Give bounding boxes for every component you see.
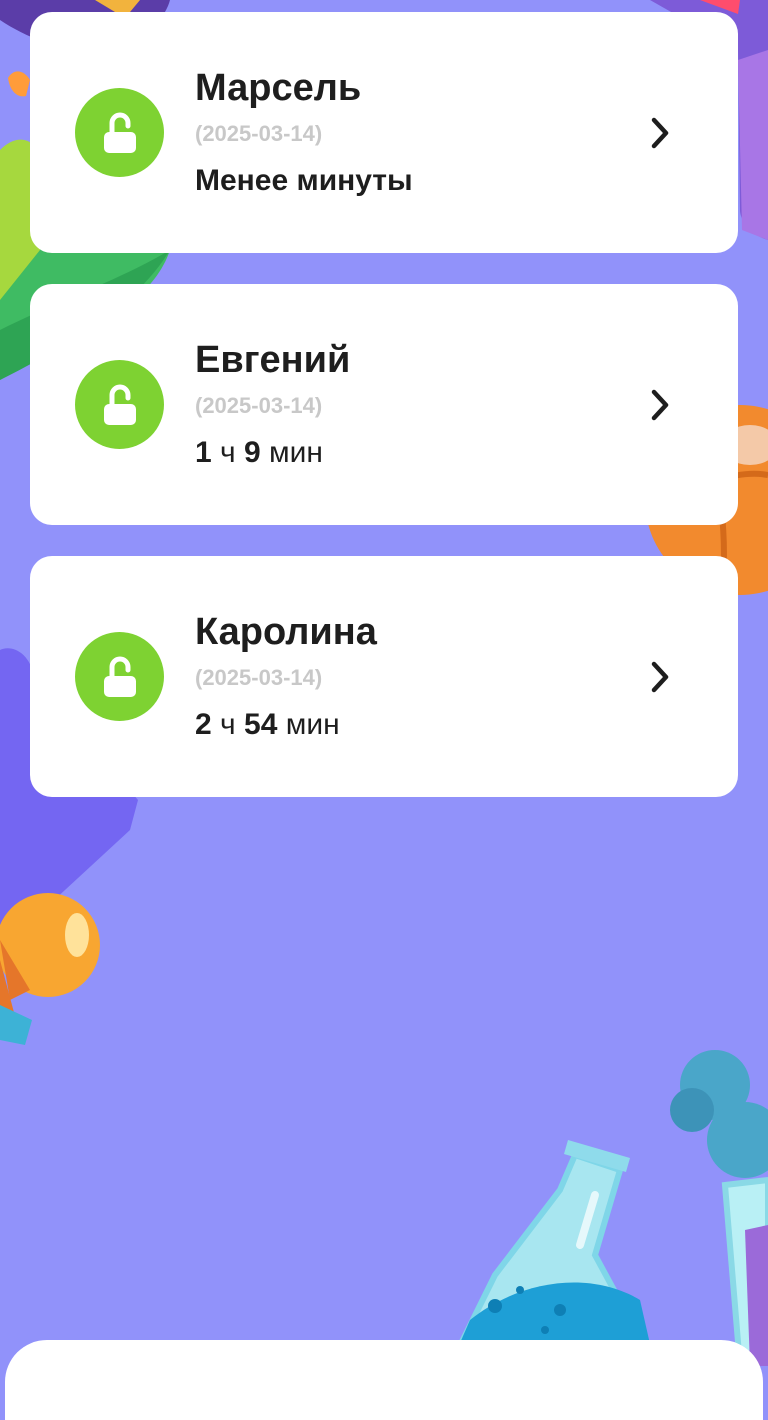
person-name: Евгений [195,339,351,381]
session-date: (2025-03-14) [195,121,323,146]
duration-minutes-unit: мин [285,708,340,741]
session-card-marsel[interactable]: Марсель (2025-03-14) Менее минуты [30,12,738,253]
session-card-evgeniy[interactable]: Евгений (2025-03-14) 1 ч 9 мин [30,284,738,525]
unlocked-padlock-icon [75,632,164,721]
session-duration: Менее минуты [195,164,413,198]
duration-text: Менее минуты [195,164,413,197]
duration-hours: 2 [195,708,212,741]
person-name: Марсель [195,67,362,109]
duration-hours-unit: ч [220,708,236,741]
duration-minutes-unit: мин [269,436,323,469]
unlocked-padlock-icon [75,360,164,449]
chevron-right-icon[interactable] [646,660,674,694]
person-name: Каролина [195,611,377,653]
session-date: (2025-03-14) [195,665,323,690]
chevron-right-icon[interactable] [646,116,674,150]
chevron-right-icon[interactable] [646,388,674,422]
duration-hours: 1 [195,436,212,469]
session-date: (2025-03-14) [195,393,323,418]
bottom-sheet[interactable] [5,1340,763,1420]
session-duration: 2 ч 54 мин [195,708,340,742]
unlocked-padlock-icon [75,88,164,177]
duration-minutes: 9 [244,436,261,469]
duration-minutes: 54 [244,708,278,741]
session-card-karolina[interactable]: Каролина (2025-03-14) 2 ч 54 мин [30,556,738,797]
duration-hours-unit: ч [220,436,236,469]
session-duration: 1 ч 9 мин [195,436,323,470]
